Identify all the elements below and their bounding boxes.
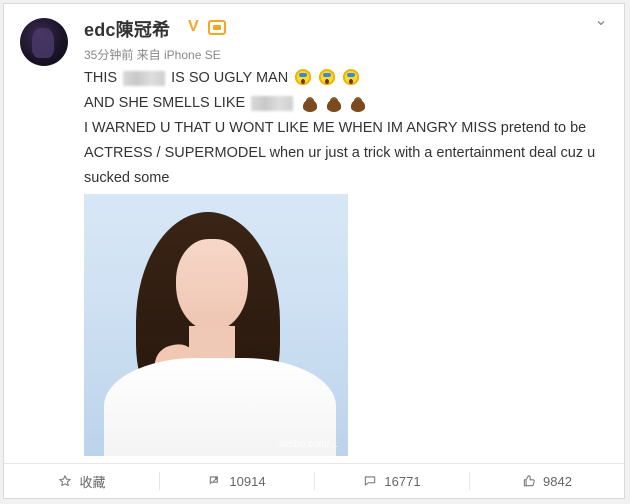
post-line-2-start: AND SHE SMELLS LIKE <box>84 95 246 111</box>
face-screaming-icon <box>318 69 337 88</box>
repost-count: 10914 <box>229 473 266 489</box>
poop-icon <box>301 94 320 113</box>
post-line-1-end: IS SO UGLY MAN <box>171 70 289 86</box>
poop-icon <box>349 94 368 113</box>
censored-text-block <box>251 95 294 111</box>
comment-button[interactable]: 16771 <box>314 464 469 498</box>
repost-icon <box>207 474 223 488</box>
post-line-5: sucked some <box>84 170 170 186</box>
poop-icon <box>325 94 344 113</box>
post-line-3: I WARNED U THAT U WONT LIKE ME WHEN IM A… <box>84 120 587 136</box>
post-text: THIS IS SO UGLY MAN AND SHE SMELLS LIKE … <box>84 66 604 191</box>
favorite-label: 收藏 <box>79 474 106 490</box>
censored-text-block <box>123 70 166 86</box>
post-line-1: THIS IS SO UGLY MAN <box>84 66 604 91</box>
post-line-4: ACTRESS / SUPERMODEL when ur just a tric… <box>84 145 596 161</box>
weibo-post-card: edc陳冠希 V 35分钟前 来自 iPhone SE ⌄ THIS IS SO… <box>3 3 625 499</box>
post-line-2: AND SHE SMELLS LIKE <box>84 91 604 116</box>
post-photo[interactable]: weibo.com/... <box>84 194 348 456</box>
like-count: 9842 <box>543 473 572 489</box>
repost-button[interactable]: 10914 <box>159 464 314 498</box>
post-line-1-start: THIS <box>84 70 118 86</box>
face-screaming-icon <box>342 69 361 88</box>
star-icon <box>57 474 73 488</box>
post-meta: 35分钟前 来自 iPhone SE <box>84 48 221 62</box>
username-link[interactable]: edc陳冠希 <box>84 16 170 42</box>
favorite-button[interactable]: 收藏 <box>4 464 159 498</box>
thumbs-up-icon <box>521 474 537 488</box>
face-screaming-icon <box>294 69 313 88</box>
chevron-down-icon[interactable]: ⌄ <box>592 12 610 30</box>
member-icon <box>208 20 226 35</box>
like-button[interactable]: 9842 <box>469 464 624 498</box>
user-avatar[interactable] <box>20 18 68 66</box>
avatar-image <box>32 28 54 58</box>
comment-icon <box>362 474 378 488</box>
verified-badge-icon: V <box>188 18 199 35</box>
post-action-bar: 收藏 10914 16771 9842 <box>4 463 624 498</box>
comment-count: 16771 <box>384 473 421 489</box>
photo-face <box>176 239 248 331</box>
photo-watermark: weibo.com/... <box>279 439 338 450</box>
